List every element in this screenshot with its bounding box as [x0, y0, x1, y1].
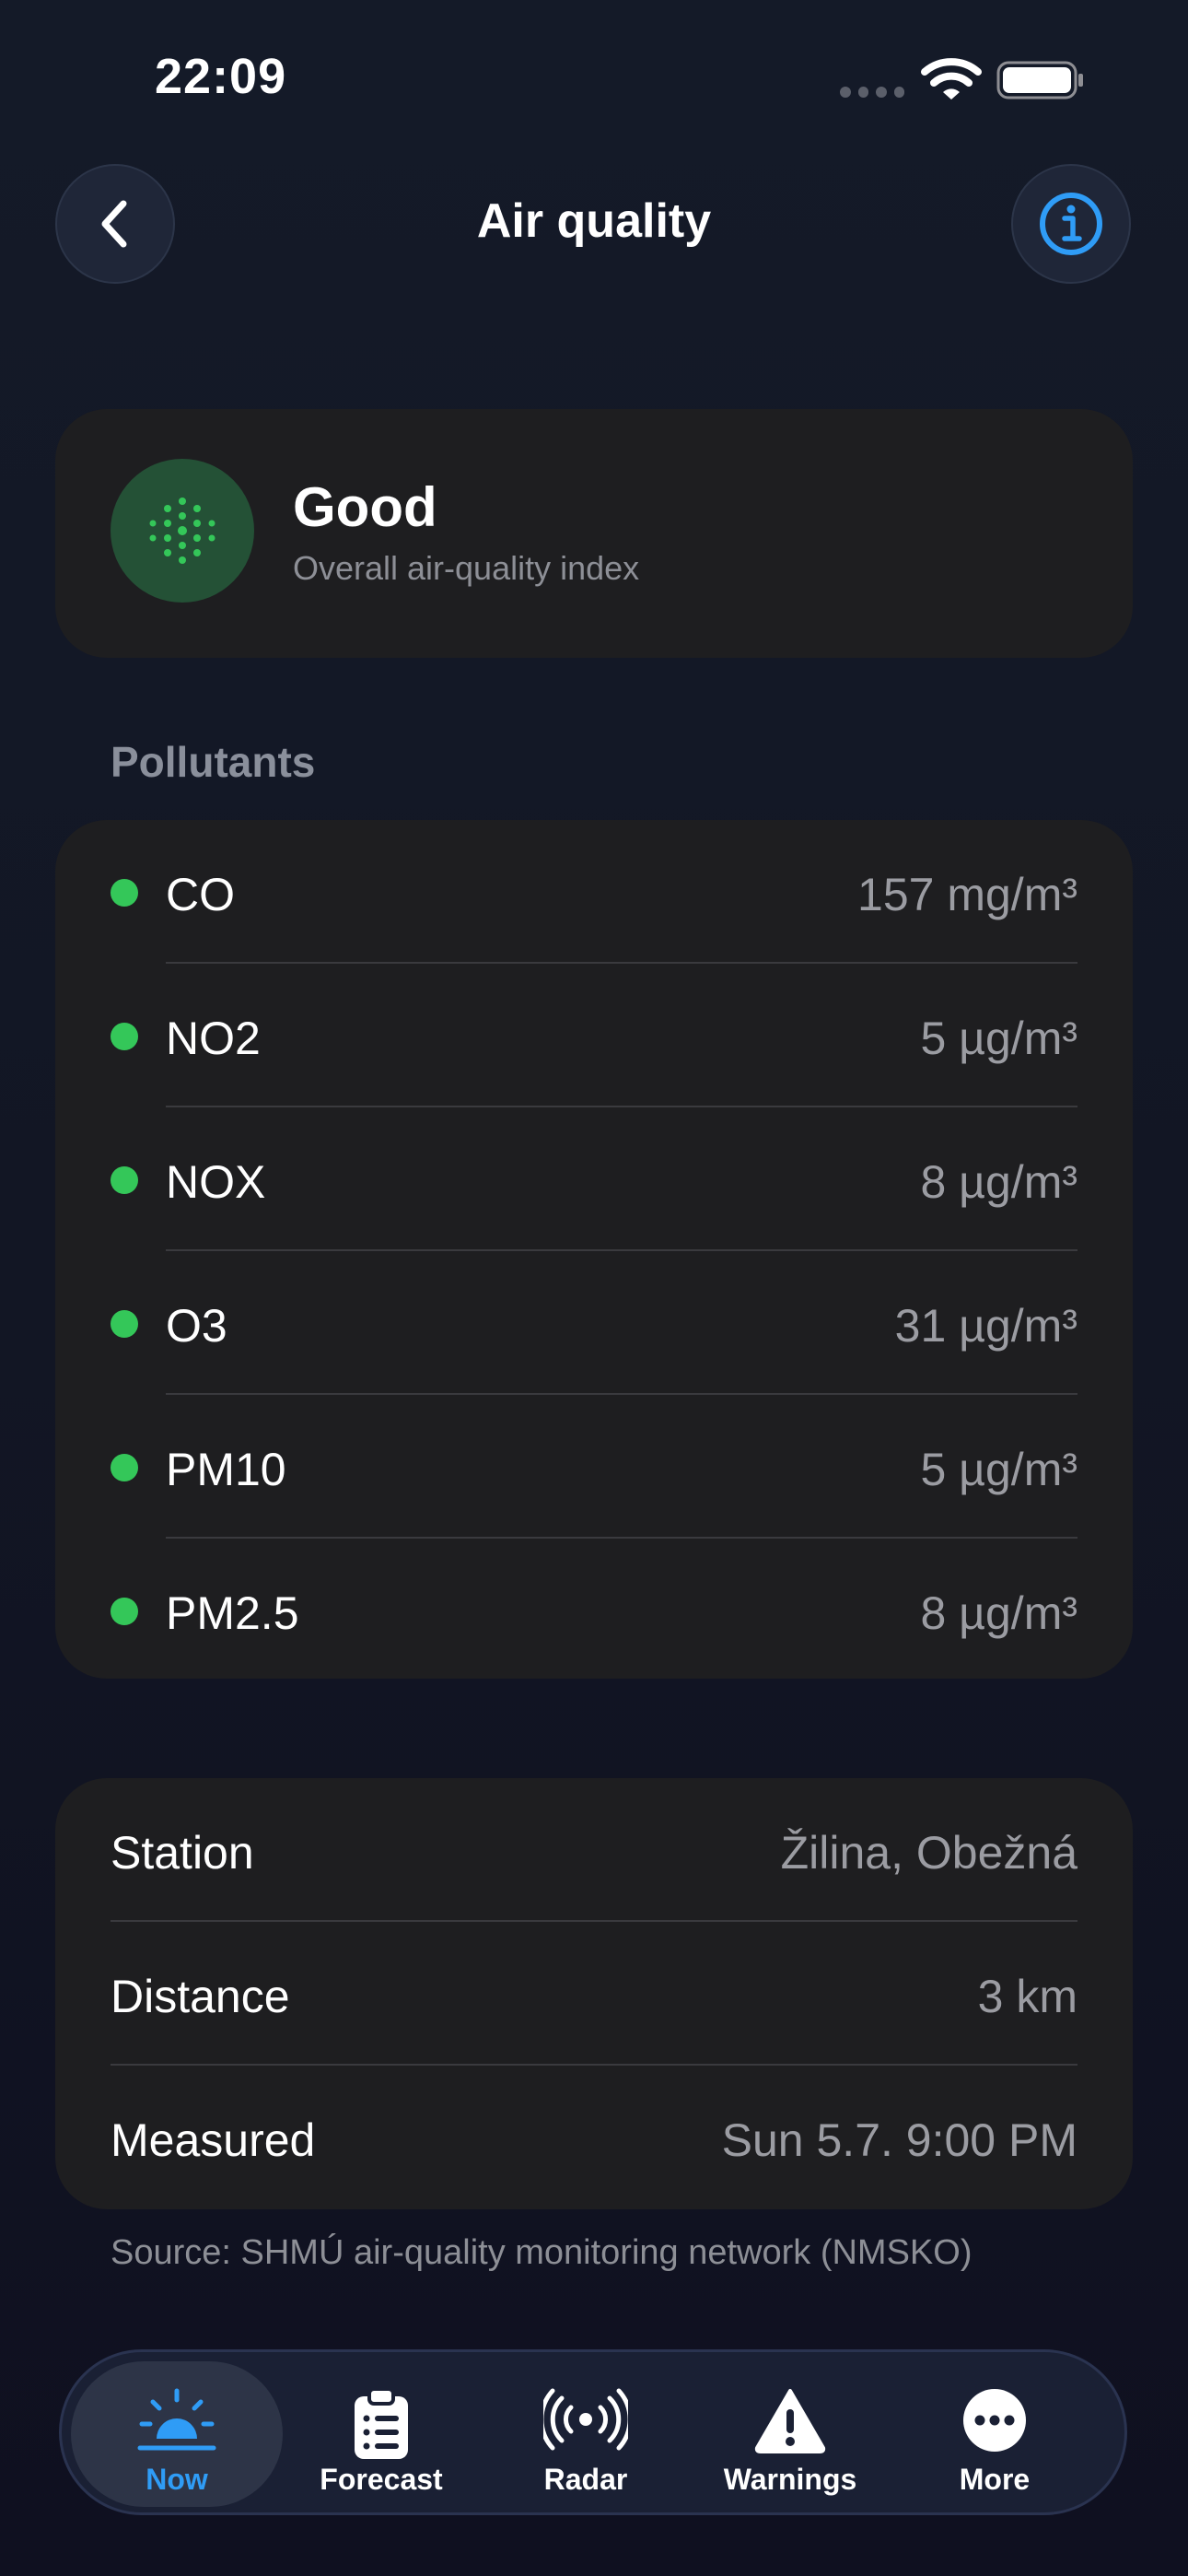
tab-label: Warnings — [723, 2463, 857, 2496]
measured-value: Sun 5.7. 9:00 PM — [721, 2114, 1077, 2166]
list-item: NOX 8 µg/m³ — [55, 1107, 1133, 1251]
pollutant-value: 157 mg/m³ — [857, 869, 1077, 920]
source-note: Source: SHMÚ air-quality monitoring netw… — [111, 2233, 973, 2272]
cellular-signal-icon — [840, 87, 904, 98]
tab-label: Now — [146, 2463, 208, 2496]
distance-value: 3 km — [977, 1971, 1077, 2022]
pollutants-list: CO 157 mg/m³ NO2 5 µg/m³ NOX 8 µg/m³ O3 … — [55, 820, 1133, 1679]
tab-now[interactable]: Now — [71, 2361, 283, 2507]
list-item: O3 31 µg/m³ — [55, 1251, 1133, 1395]
pollutant-name: NOX — [166, 1156, 266, 1208]
tab-label: More — [959, 2463, 1031, 2496]
aqi-subtitle: Overall air-quality index — [293, 549, 640, 587]
list-item: NO2 5 µg/m³ — [55, 964, 1133, 1107]
page-title: Air quality — [476, 194, 712, 248]
antenna-signal-icon — [543, 2388, 628, 2451]
tab-forecast[interactable]: Forecast — [275, 2361, 487, 2507]
warning-triangle-icon — [754, 2389, 826, 2453]
status-dot — [111, 1166, 138, 1194]
tab-label: Radar — [543, 2463, 628, 2496]
pollutant-name: PM2.5 — [166, 1587, 299, 1639]
pollutant-value: 8 µg/m³ — [920, 1587, 1077, 1639]
clipboard-list-icon — [355, 2387, 408, 2459]
ellipsis-circle-icon — [963, 2389, 1026, 2452]
station-row: Station Žilina, Obežná — [55, 1778, 1133, 1922]
tab-bar: Now Forecast Radar Warnings More — [59, 2349, 1127, 2515]
pollutant-value: 31 µg/m³ — [894, 1300, 1077, 1352]
status-time: 22:09 — [155, 49, 287, 104]
pollutant-value: 5 µg/m³ — [920, 1013, 1077, 1064]
pollutant-value: 5 µg/m³ — [920, 1444, 1077, 1495]
tab-radar[interactable]: Radar — [480, 2361, 692, 2507]
pollutant-name: PM10 — [166, 1444, 286, 1495]
info-button[interactable] — [1011, 164, 1131, 284]
info-icon — [1040, 193, 1102, 255]
list-item: PM10 5 µg/m³ — [55, 1395, 1133, 1539]
pollutant-name: O3 — [166, 1300, 227, 1352]
distance-label: Distance — [111, 1971, 290, 2022]
station-value: Žilina, Obežná — [780, 1827, 1077, 1879]
status-dot — [111, 1598, 138, 1625]
tab-label: Forecast — [320, 2463, 443, 2496]
pollutant-value: 8 µg/m³ — [920, 1156, 1077, 1208]
tab-warnings[interactable]: Warnings — [684, 2361, 896, 2507]
station-info-card: Station Žilina, Obežná Distance 3 km Mea… — [55, 1778, 1133, 2209]
station-label: Station — [111, 1827, 254, 1879]
measured-label: Measured — [111, 2114, 316, 2166]
wifi-icon — [921, 58, 982, 100]
status-dot — [111, 1023, 138, 1050]
pollutant-name: NO2 — [166, 1013, 261, 1064]
status-dot — [111, 1310, 138, 1338]
aqi-summary-card: Good Overall air-quality index — [55, 409, 1133, 658]
air-quality-icon — [111, 459, 254, 603]
distance-row: Distance 3 km — [55, 1922, 1133, 2066]
list-item: PM2.5 8 µg/m³ — [55, 1539, 1133, 1682]
pollutants-section-title: Pollutants — [111, 738, 316, 786]
aqi-status-label: Good — [293, 476, 437, 538]
list-item: CO 157 mg/m³ — [55, 820, 1133, 964]
tab-more[interactable]: More — [889, 2361, 1101, 2507]
sunrise-icon — [137, 2388, 216, 2451]
status-dot — [111, 1454, 138, 1481]
battery-icon — [996, 61, 1083, 100]
status-dot — [111, 879, 138, 907]
measured-row: Measured Sun 5.7. 9:00 PM — [55, 2066, 1133, 2209]
pollutant-name: CO — [166, 869, 235, 920]
